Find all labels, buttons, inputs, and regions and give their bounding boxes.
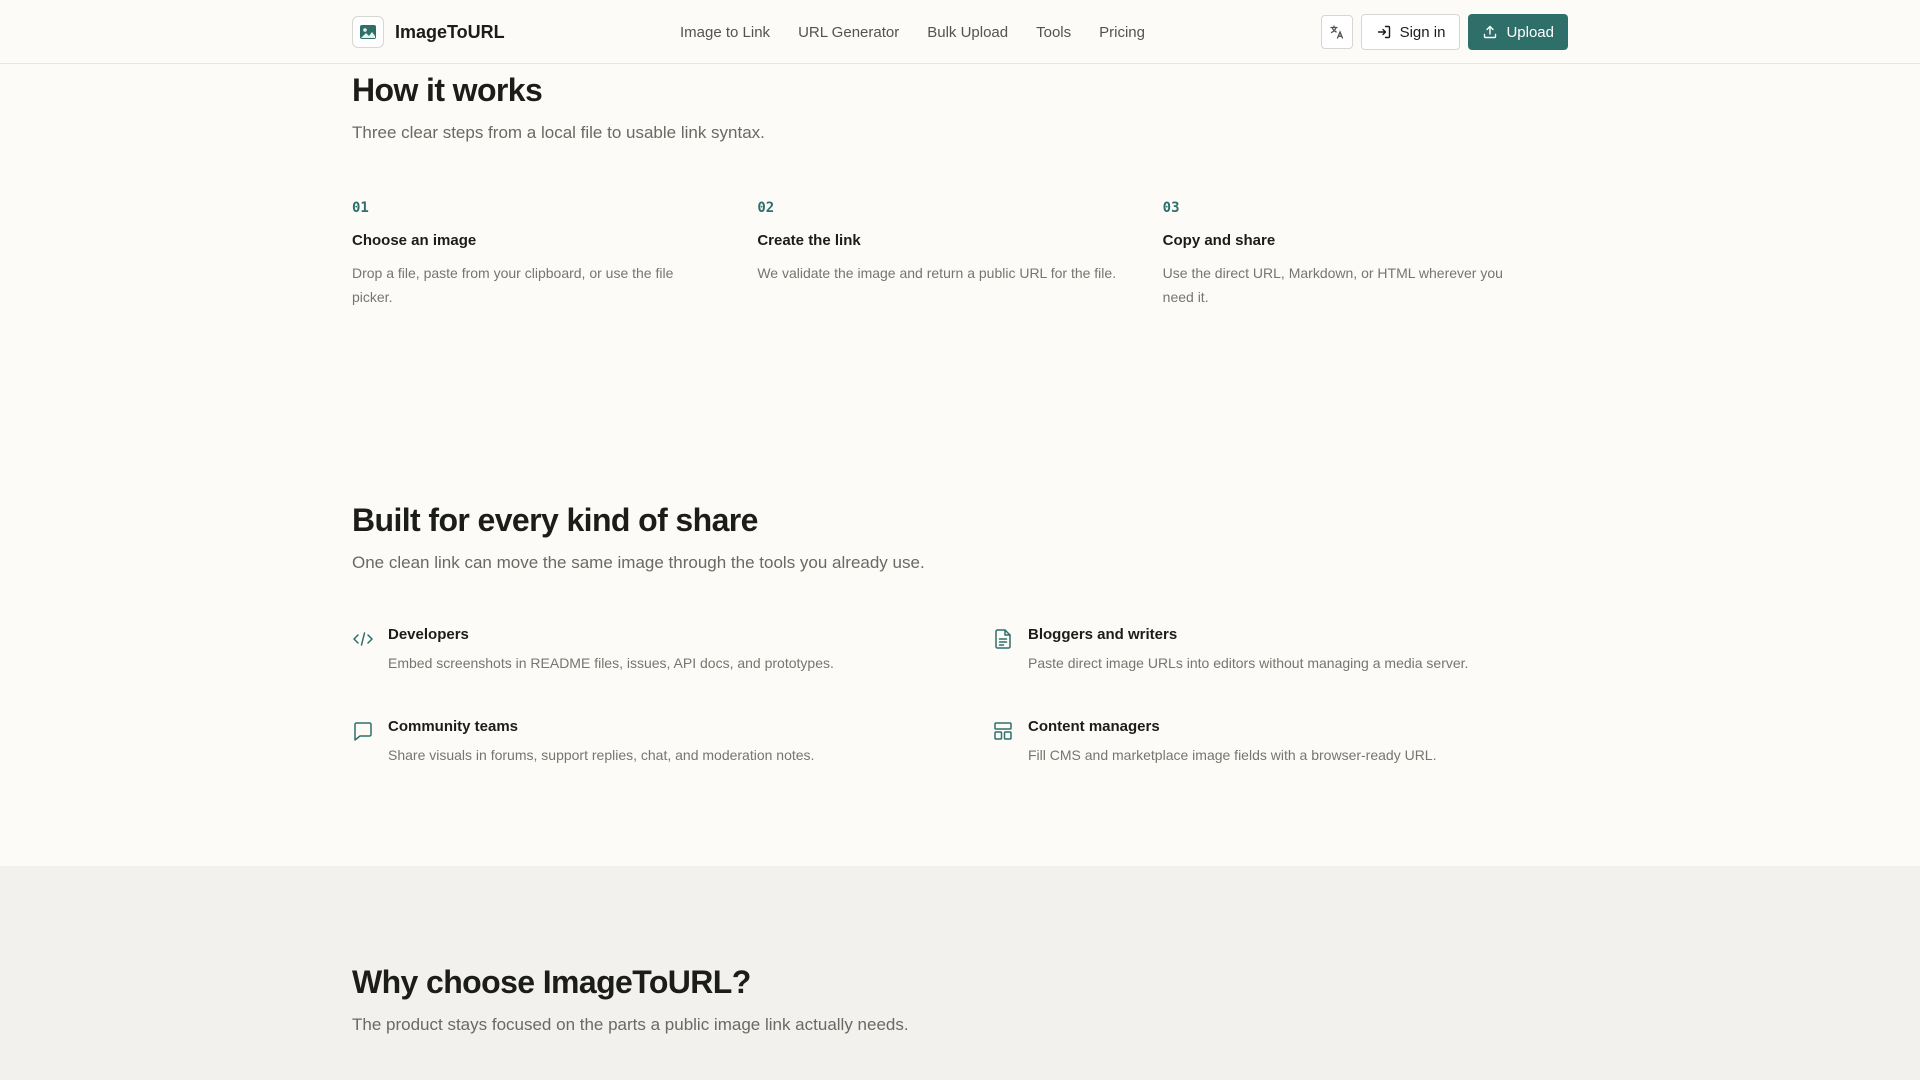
audiences-title: Built for every kind of share — [352, 502, 758, 538]
audience-item-community: Community teams Share visuals in forums,… — [352, 718, 952, 763]
audiences-subtitle: One clean link can move the same image t… — [352, 553, 925, 572]
nav-pricing[interactable]: Pricing — [1099, 24, 1145, 41]
step-card: 03 Copy and share Use the direct URL, Ma… — [1163, 200, 1568, 309]
audience-title: Bloggers and writers — [1028, 626, 1178, 643]
document-icon — [995, 629, 1011, 649]
nav-bulk-upload[interactable]: Bulk Upload — [927, 24, 1008, 41]
nav-url-generator[interactable]: URL Generator — [798, 24, 899, 41]
step-number: 01 — [352, 200, 369, 216]
upload-icon — [1484, 25, 1497, 39]
step-card: 02 Create the link We validate the image… — [757, 200, 1162, 309]
top-navbar: ImageToURL Image to Link URL Generator B… — [0, 0, 1920, 64]
audience-title: Content managers — [1028, 718, 1160, 735]
steps-list: 01 Choose an image Drop a file, paste fr… — [352, 200, 1568, 309]
nav-tools[interactable]: Tools — [1036, 24, 1071, 41]
audience-item-content-managers: Content managers Fill CMS and marketplac… — [992, 718, 1592, 763]
audience-title: Community teams — [388, 718, 519, 735]
layout-icon — [994, 722, 1012, 740]
step-title: Choose an image — [352, 232, 477, 249]
brand-logo-link[interactable]: ImageToURL — [352, 16, 505, 48]
audience-description: Share visuals in forums, support replies… — [388, 747, 815, 763]
step-title: Create the link — [757, 232, 861, 249]
step-description: Use the direct URL, Markdown, or HTML wh… — [1162, 265, 1503, 305]
audience-description: Paste direct image URLs into editors wit… — [1028, 655, 1469, 671]
sign-in-label: Sign in — [1399, 23, 1446, 41]
step-description: We validate the image and return a publi… — [757, 265, 1117, 281]
audiences-section: Built for every kind of share One clean … — [352, 502, 1568, 573]
brand-name: ImageToURL — [395, 21, 505, 42]
audience-item-developers: Developers Embed screenshots in README f… — [352, 626, 952, 671]
audience-item-bloggers: Bloggers and writers Paste direct image … — [992, 626, 1592, 671]
step-number: 02 — [757, 200, 775, 216]
step-number: 03 — [1162, 200, 1180, 216]
how-it-works-subtitle: Three clear steps from a local file to u… — [352, 123, 765, 142]
step-card: 01 Choose an image Drop a file, paste fr… — [352, 200, 757, 309]
audience-title: Developers — [388, 626, 469, 643]
why-subtitle: The product stays focused on the parts a… — [352, 1015, 909, 1034]
language-button[interactable] — [1320, 15, 1353, 49]
upload-button[interactable]: Upload — [1468, 14, 1568, 50]
step-title: Copy and share — [1162, 232, 1276, 249]
why-title: Why choose ImageToURL? — [352, 964, 751, 1000]
step-description: Drop a file, paste from your clipboard, … — [352, 265, 674, 305]
translate-icon — [1329, 25, 1343, 39]
sign-in-button[interactable]: Sign in — [1360, 14, 1461, 50]
image-logo-icon — [352, 16, 384, 48]
audience-description: Embed screenshots in README files, issue… — [388, 655, 834, 671]
main-nav: Image to Link URL Generator Bulk Upload … — [680, 0, 1173, 64]
nav-image-to-link[interactable]: Image to Link — [680, 24, 770, 41]
how-it-works-title: How it works — [352, 72, 543, 108]
why-section: Why choose ImageToURL? The product stays… — [352, 964, 1568, 1035]
chat-icon — [354, 722, 372, 741]
audience-description: Fill CMS and marketplace image fields wi… — [1028, 747, 1437, 763]
header-actions: Sign in Upload — [1320, 14, 1568, 50]
upload-label: Upload — [1506, 23, 1554, 41]
login-icon — [1377, 25, 1390, 39]
how-it-works-section: How it works Three clear steps from a lo… — [352, 72, 1568, 143]
code-icon — [353, 632, 373, 646]
